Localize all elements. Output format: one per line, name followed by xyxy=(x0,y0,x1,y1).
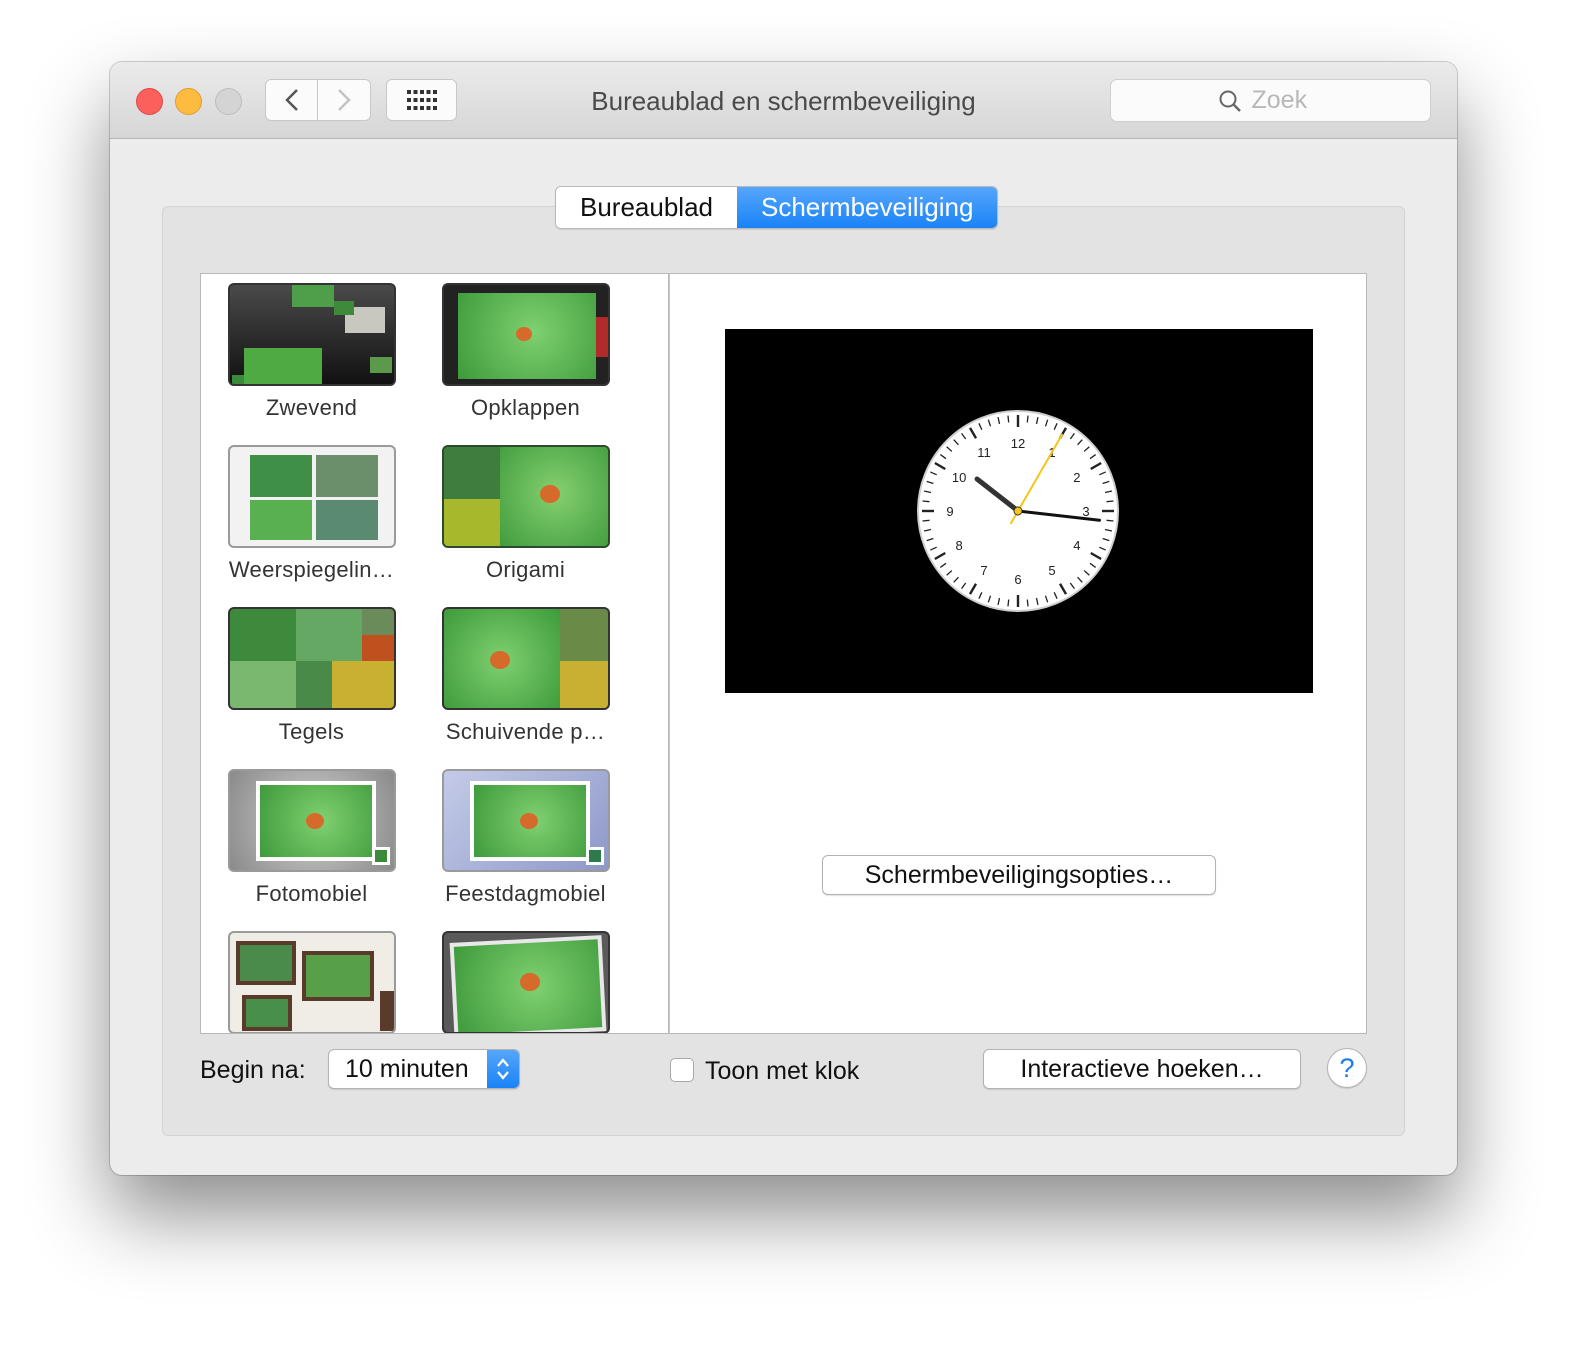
stepper-icon[interactable] xyxy=(487,1050,519,1088)
begin-value: 10 minuten xyxy=(345,1055,469,1083)
clock-number: 7 xyxy=(980,563,987,578)
screensaver-item-tegels[interactable]: Tegels xyxy=(204,607,419,745)
screensaver-label: Fotomobiel xyxy=(255,881,368,906)
minimize-button[interactable] xyxy=(175,88,202,115)
chevron-right-icon xyxy=(338,89,351,111)
clock-number: 12 xyxy=(1011,436,1025,451)
clock-tick xyxy=(922,519,930,522)
screensaver-item-weerspiegeling[interactable]: Weerspiegelin… xyxy=(204,445,419,583)
screensaver-label: Weerspiegelin… xyxy=(228,557,395,582)
thumbnail-feestdagmobiel xyxy=(441,769,610,872)
preview-panel: 121234567891011 Schermbeveiligingsopties… xyxy=(669,273,1367,1034)
hot-corners-button[interactable]: Interactieve hoeken… xyxy=(983,1049,1301,1089)
clock-tick xyxy=(922,500,930,503)
screensaver-label: Schuivende p… xyxy=(445,719,606,744)
thumbnail-ken-burns xyxy=(441,931,610,1033)
title-bar: Bureaublad en schermbeveiliging xyxy=(110,62,1457,139)
clock-tick xyxy=(1106,519,1114,522)
show-clock-checkbox[interactable] xyxy=(670,1058,694,1082)
screensaver-options-button[interactable]: Schermbeveiligingsopties… xyxy=(822,855,1216,895)
clock-number: 5 xyxy=(1048,563,1055,578)
screensaver-label: Feestdagmobiel xyxy=(445,881,606,906)
clock-number: 8 xyxy=(955,538,962,553)
show-all-button[interactable] xyxy=(386,79,457,121)
thumbnail-weerspiegeling xyxy=(227,445,396,548)
clock-number: 4 xyxy=(1073,538,1080,553)
clock-number: 9 xyxy=(946,504,953,519)
begin-label: Begin na: xyxy=(200,1056,306,1084)
screensaver-preview: 121234567891011 xyxy=(725,329,1313,693)
show-clock-label: Toon met klok xyxy=(705,1057,860,1085)
clock-center xyxy=(1013,506,1023,516)
clock-number: 3 xyxy=(1082,504,1089,519)
screensaver-item-ken-burns[interactable] xyxy=(418,931,633,1033)
clock-number: 10 xyxy=(952,470,966,485)
clock-number: 2 xyxy=(1073,470,1080,485)
clock-number: 6 xyxy=(1014,572,1021,587)
tab-control: Bureaublad Schermbeveiliging xyxy=(555,186,999,229)
search-input[interactable] xyxy=(1249,85,1324,116)
clock-tick xyxy=(1026,599,1029,607)
back-button[interactable] xyxy=(265,79,318,121)
clock-tick xyxy=(1007,599,1010,607)
thumbnail-origami xyxy=(441,445,610,548)
screensaver-label: Zwevend xyxy=(265,395,358,420)
thumbnail-schuivende-panelen xyxy=(441,607,610,710)
clock-number: 11 xyxy=(977,445,991,460)
close-button[interactable] xyxy=(136,88,163,115)
chevron-left-icon xyxy=(284,89,298,111)
screensaver-label: Opklappen xyxy=(470,395,581,420)
screensaver-label: Tegels xyxy=(278,719,345,744)
screensaver-item-origami[interactable]: Origami xyxy=(418,445,633,583)
thumbnail-tegels xyxy=(227,607,396,710)
screensaver-item-feestdagmobiel[interactable]: Feestdagmobiel xyxy=(418,769,633,907)
tab-schermbeveiliging[interactable]: Schermbeveiliging xyxy=(737,187,998,228)
clock-tick xyxy=(1026,415,1029,423)
help-icon[interactable]: ? xyxy=(1327,1048,1367,1088)
tab-bureaublad[interactable]: Bureaublad xyxy=(556,187,737,228)
thumbnail-fotomobiel xyxy=(227,769,396,872)
search-field[interactable] xyxy=(1110,79,1431,122)
thumbnail-zwevend xyxy=(227,283,396,386)
grid-icon xyxy=(406,90,437,110)
search-icon xyxy=(1219,90,1241,112)
screensaver-item-vintage-prints[interactable] xyxy=(204,931,419,1033)
zoom-button[interactable] xyxy=(215,88,242,115)
begin-select[interactable]: 10 minuten xyxy=(328,1049,520,1089)
screensaver-item-schuivende-panelen[interactable]: Schuivende p… xyxy=(418,607,633,745)
screensaver-item-zwevend[interactable]: Zwevend xyxy=(204,283,419,421)
clock-tick xyxy=(1007,415,1010,423)
screensaver-list[interactable]: Zwevend Opklappen Weerspiegelin… Origami… xyxy=(200,273,669,1034)
forward-button[interactable] xyxy=(318,79,371,121)
screensaver-label: Origami xyxy=(485,557,566,582)
thumbnail-vintage-prints xyxy=(227,931,396,1033)
screensaver-item-opklappen[interactable]: Opklappen xyxy=(418,283,633,421)
clock-face: 121234567891011 xyxy=(917,410,1119,612)
preferences-window: Bureaublad en schermbeveiliging Bureaubl… xyxy=(110,62,1457,1175)
screensaver-item-fotomobiel[interactable]: Fotomobiel xyxy=(204,769,419,907)
clock-tick xyxy=(1106,500,1114,503)
thumbnail-opklappen xyxy=(441,283,610,386)
